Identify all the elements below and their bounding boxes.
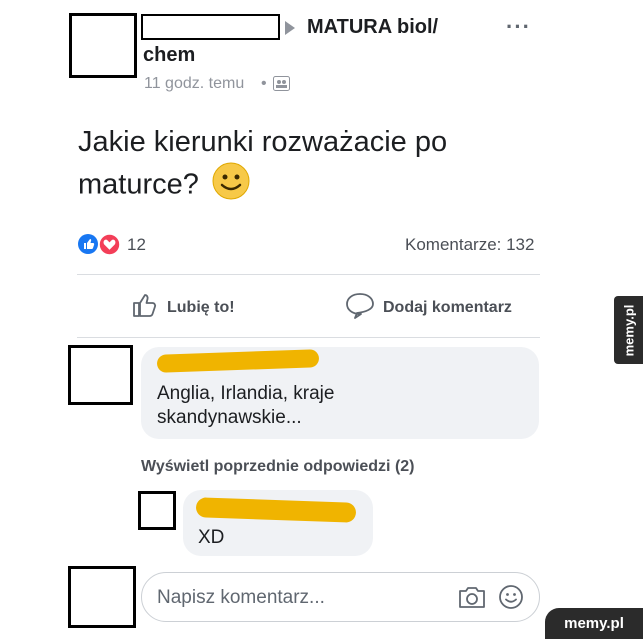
like-label: Lubię to! xyxy=(167,298,235,316)
divider xyxy=(77,337,540,338)
current-user-avatar-redacted[interactable] xyxy=(68,566,136,628)
group-name-line2[interactable]: chem xyxy=(143,44,195,67)
comment-label: Dodaj komentarz xyxy=(383,298,512,316)
view-previous-replies-link[interactable]: Wyświetl poprzednie odpowiedzi (2) xyxy=(141,458,415,476)
side-watermark: memy.pl xyxy=(614,296,643,364)
comment-input-placeholder[interactable]: Napisz komentarz... xyxy=(157,587,325,609)
camera-icon[interactable] xyxy=(457,584,487,615)
comment-button[interactable]: Dodaj komentarz xyxy=(345,291,512,324)
speech-bubble-icon xyxy=(345,291,375,324)
smile-emoji-icon xyxy=(211,161,251,211)
comments-count[interactable]: Komentarze: 132 xyxy=(405,235,534,255)
like-reaction-icon[interactable] xyxy=(78,234,98,259)
post-time[interactable]: 11 godz. temu xyxy=(144,75,244,93)
more-options-icon[interactable]: ··· xyxy=(506,14,531,40)
group-name-line1[interactable]: MATURA biol/ xyxy=(307,16,438,39)
bottom-watermark: memy.pl xyxy=(545,608,643,639)
privacy-group-icon xyxy=(273,76,290,96)
arrow-right-icon xyxy=(285,21,295,35)
reply-avatar-redacted[interactable] xyxy=(138,491,176,530)
divider xyxy=(77,274,540,275)
reaction-count[interactable]: 12 xyxy=(127,235,146,255)
bottom-watermark-text: memy.pl xyxy=(564,615,624,632)
avatar-redacted[interactable] xyxy=(69,13,137,78)
commenter-avatar-redacted[interactable] xyxy=(68,345,133,405)
post-text-content: Jakie kierunki rozważacie po maturce? xyxy=(78,126,448,201)
side-watermark-text: memy.pl xyxy=(621,304,636,356)
post-text: Jakie kierunki rozważacie po maturce? xyxy=(78,123,548,211)
emoji-icon[interactable] xyxy=(498,584,524,615)
author-name-redacted[interactable] xyxy=(141,14,280,40)
like-button[interactable]: Lubię to! xyxy=(131,291,235,324)
thumbs-up-icon xyxy=(131,291,159,324)
love-reaction-icon[interactable] xyxy=(98,233,121,260)
reply-text: XD xyxy=(198,527,225,548)
comment-text: Anglia, Irlandia, kraje skandynawskie... xyxy=(157,383,335,428)
dot-separator: • xyxy=(261,75,267,92)
